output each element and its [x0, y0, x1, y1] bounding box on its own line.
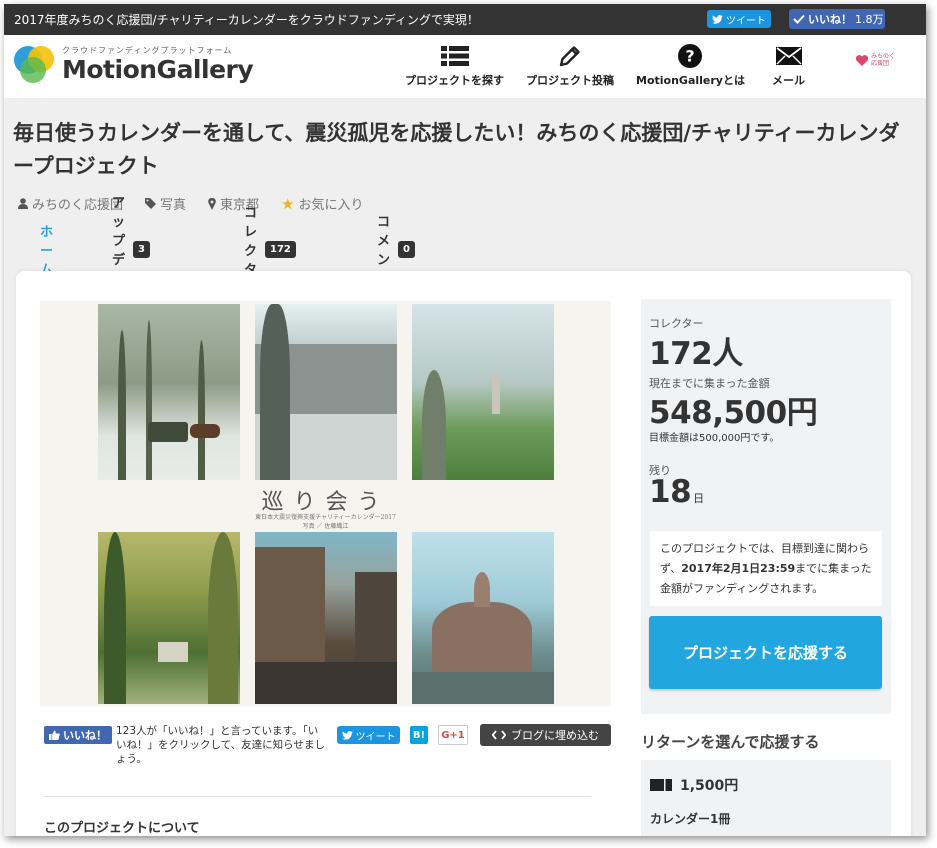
- list-icon: [440, 46, 469, 66]
- site-header: クラウドファンディングプラットフォーム MotionGallery プロジェクト…: [4, 35, 926, 98]
- photo-statue-park: [412, 304, 554, 480]
- share-row: いいね！ 123人が「いいね！」と言っています。「いいね！」をクリックして、友達…: [44, 724, 614, 774]
- meta-owner[interactable]: みちのく応援団: [18, 194, 123, 213]
- facebook-like-text: 123人が「いいね！」と言っています。「いいね！」をクリックして、友達に知らせま…: [116, 725, 325, 765]
- collectors-value: 172人: [649, 336, 743, 372]
- count-badge: 172: [265, 240, 296, 258]
- heart-icon: [855, 54, 869, 66]
- mail-icon: [775, 47, 802, 65]
- return-price: 1,500円: [650, 775, 738, 795]
- calendar-subtitle: 東日本大震災復興支援チャリティーカレンダー2017 写真 ／ 佐藤織江: [255, 514, 396, 530]
- photo-autumn-park: [98, 532, 240, 704]
- svg-text:?: ?: [686, 47, 695, 66]
- user-icon: [18, 198, 28, 209]
- tab-home[interactable]: ホーム: [40, 225, 53, 278]
- announcement-text[interactable]: 2017年度みちのく応援団/チャリティーカレンダーをクラウドファンディングで実現…: [14, 11, 916, 28]
- calendar-title: 巡り会う: [261, 490, 390, 515]
- tab-comments[interactable]: コメント 0: [377, 215, 415, 287]
- photo-palace-garden: [255, 304, 397, 480]
- tweet-button[interactable]: ツイート: [707, 10, 771, 28]
- hatena-bookmark-button[interactable]: B!: [410, 726, 428, 744]
- nav-label: MotionGalleryとは: [636, 74, 745, 87]
- nav-label: プロジェクトを探す: [405, 74, 504, 87]
- remaining-days: 18 日: [649, 474, 704, 510]
- star-icon: ★: [281, 194, 295, 213]
- nav-explore-projects[interactable]: プロジェクトを探す: [405, 43, 504, 88]
- support-project-button[interactable]: プロジェクトを応援する: [649, 616, 882, 689]
- photo-carousel: [412, 532, 554, 704]
- like-count: 1.8万: [855, 13, 884, 26]
- ticket-icon: [650, 779, 672, 791]
- google-plus-button[interactable]: G+1: [438, 725, 468, 745]
- top-announcement-bar: 2017年度みちのく応援団/チャリティーカレンダーをクラウドファンディングで実現…: [4, 4, 926, 35]
- logo-tagline: クラウドファンディングプラットフォーム: [62, 45, 233, 55]
- logo-circles-icon: [14, 43, 56, 85]
- thumbs-up-icon: [49, 730, 60, 740]
- facebook-like-button[interactable]: いいね！ 1.8万: [789, 9, 885, 29]
- pencil-icon: [559, 46, 580, 67]
- count-badge: 0: [398, 240, 415, 258]
- twitter-bird-icon: [341, 730, 353, 740]
- embed-blog-button[interactable]: ブログに埋め込む: [480, 724, 611, 746]
- partner-logo[interactable]: みちのく応援団: [855, 53, 895, 67]
- nav-label: メール: [772, 74, 805, 87]
- nav-post-project[interactable]: プロジェクト投稿: [526, 43, 614, 88]
- photo-city-street: [255, 532, 397, 704]
- favorite-button[interactable]: ★ お気に入り: [281, 194, 363, 214]
- amount-value: 548,500円: [649, 395, 818, 431]
- nav-label: プロジェクト投稿: [526, 74, 614, 87]
- section-divider: [44, 796, 591, 797]
- project-image[interactable]: 巡り会う 東日本大震災復興支援チャリティーカレンダー2017 写真 ／ 佐藤織江: [40, 301, 611, 706]
- nav-about[interactable]: ? MotionGalleryとは: [636, 43, 745, 88]
- question-icon: ?: [678, 44, 703, 68]
- returns-heading: リターンを選んで応援する: [641, 733, 820, 751]
- tweet-button[interactable]: ツイート: [337, 726, 400, 744]
- tab-updates[interactable]: アップデート 3: [112, 196, 150, 306]
- about-heading: このプロジェクトについて: [44, 821, 200, 836]
- project-title: 毎日使うカレンダーを通して、震災孤児を応援したい！みちのく応援団/チャリティーカ…: [13, 121, 900, 178]
- tweet-label: ツイート: [726, 15, 766, 27]
- tab-collectors[interactable]: コレクター 172: [244, 206, 296, 297]
- like-label: いいね！: [808, 13, 852, 26]
- motiongallery-logo[interactable]: クラウドファンディングプラットフォーム MotionGallery: [14, 43, 254, 85]
- partner-logo-text: みちのく応援団: [871, 53, 896, 67]
- goal-text: 目標金額は500,000円です。: [649, 433, 780, 444]
- project-meta: みちのく応援団 写真 東京都 ★ お気に入り: [18, 194, 364, 213]
- tag-icon: [145, 198, 157, 209]
- code-icon: [492, 730, 506, 740]
- check-icon: [793, 14, 805, 24]
- count-badge: 3: [133, 240, 150, 258]
- browser-viewport: 2017年度みちのく応援団/チャリティーカレンダーをクラウドファンディングで実現…: [4, 4, 926, 836]
- twitter-bird-icon: [712, 14, 723, 24]
- map-pin-icon: [208, 197, 216, 210]
- return-name: カレンダー1冊: [650, 812, 731, 826]
- meta-category[interactable]: 写真: [145, 194, 186, 213]
- facebook-like-button[interactable]: いいね！: [44, 726, 112, 744]
- photo-winter-forest: [98, 304, 240, 480]
- nav-mail[interactable]: メール: [772, 43, 805, 88]
- logo-wordmark: MotionGallery: [62, 54, 254, 84]
- funding-notice: このプロジェクトでは、目標到達に関わらず、2017年2月1日23:59までに集ま…: [650, 531, 882, 606]
